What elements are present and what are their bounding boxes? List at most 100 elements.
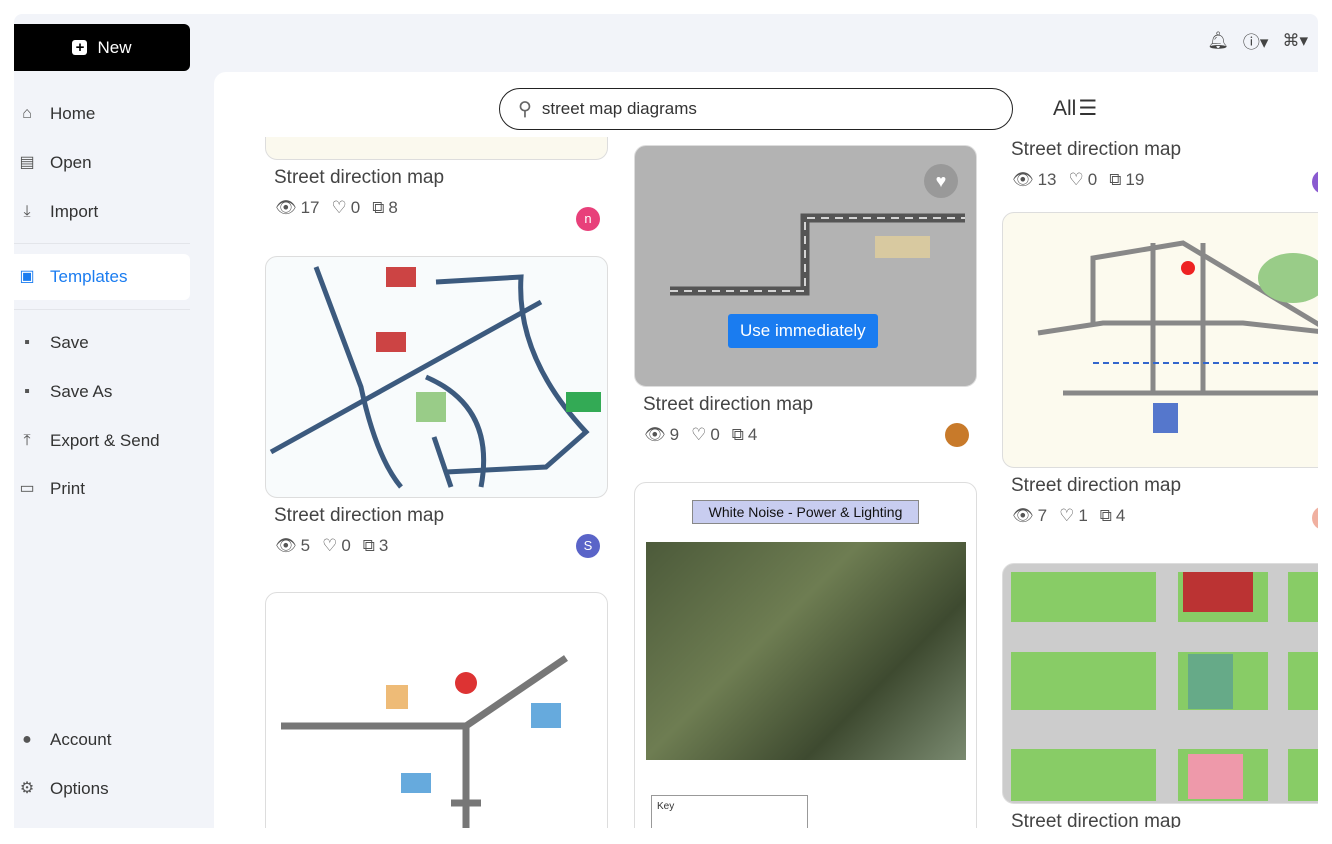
templates-icon: ▣ [19, 268, 35, 285]
sidebar-item-label: Home [50, 104, 96, 123]
template-grid[interactable]: Street direction map 👁︎ 17 ♡ 0 ⧉ 8 n Street d… [214, 137, 1318, 828]
template-card[interactable]: Street direction map 👁︎ 13 ♡ 0 ⧉ 19 [1002, 137, 1318, 194]
template-thumbnail[interactable]: ♥ Use immediately [634, 145, 977, 387]
sidebar-item-label: Print [50, 479, 85, 498]
search-input[interactable]: ⚲ street map diagrams [499, 88, 1013, 130]
heart-icon: ♡ [691, 425, 707, 444]
favorite-button[interactable]: ♥ [924, 164, 958, 198]
heart-icon: ♡ [1068, 170, 1084, 189]
account-icon: ● [22, 731, 32, 748]
copy-icon: ⧉ [731, 425, 744, 444]
copy-icon: ⧉ [362, 536, 375, 555]
sidebar-item-import[interactable]: ⤓ Import [14, 189, 190, 235]
copies-count: 4 [1115, 506, 1126, 525]
likes-count: 0 [710, 425, 720, 444]
heart-icon: ♥ [935, 171, 947, 191]
legend-key: Key [651, 795, 808, 828]
filter-all-button[interactable]: All ☰ [1053, 96, 1097, 121]
template-gallery: ⚲ street map diagrams All ☰ Street direct… [214, 72, 1318, 828]
sidebar-item-label: Save As [50, 382, 113, 401]
import-icon: ⤓ [23, 203, 31, 220]
template-thumbnail[interactable] [265, 592, 608, 828]
sidebar-item-account[interactable]: ● Account [14, 717, 190, 763]
sidebar-item-templates[interactable]: ▣ Templates [14, 254, 190, 300]
eye-icon: 👁︎ [1012, 170, 1034, 189]
sidebar-item-label: Options [50, 779, 109, 798]
app-window: + New ⌂ Home ▤ Open ⤓ Import ▣ Templates ▪ Sav… [14, 14, 1318, 828]
save-as-icon: ▪ [24, 383, 30, 400]
gear-icon: ⚙ [19, 780, 35, 797]
copies-count: 3 [378, 536, 389, 555]
street-map-image [269, 266, 601, 489]
sidebar-item-label: Open [50, 153, 92, 172]
plus-icon: + [72, 40, 88, 55]
template-thumbnail[interactable] [265, 256, 608, 498]
copy-icon: ⧉ [372, 198, 385, 217]
city-blocks-image [1011, 572, 1318, 801]
sidebar-item-export-send[interactable]: ⤒ Export & Send [14, 418, 190, 464]
sidebar-item-open[interactable]: ▤ Open [14, 140, 190, 186]
copies-count: 4 [747, 425, 758, 444]
views-count: 9 [669, 425, 680, 444]
views-count: 7 [1037, 506, 1048, 525]
sidebar-item-label: Import [50, 202, 99, 221]
sidebar-item-label: Templates [50, 267, 128, 286]
search-icon: ⚲ [518, 98, 532, 120]
likes-count: 0 [341, 536, 351, 555]
export-icon: ⤒ [23, 432, 31, 449]
heart-icon: ♡ [322, 536, 338, 555]
template-card[interactable]: Street direction map [1002, 563, 1318, 828]
sidebar-item-options[interactable]: ⚙ Options [14, 766, 190, 812]
avatar[interactable]: S [576, 534, 600, 558]
likes-count: 0 [1087, 170, 1098, 189]
likes-count: 0 [350, 198, 361, 217]
card-title: Street direction map [274, 505, 445, 526]
card-title: Street direction map [643, 394, 814, 415]
sidebar-item-label: Save [50, 333, 89, 352]
top-toolbar: 🔔︎ ⓘ▾ ⌘▾ [1207, 28, 1308, 53]
template-card[interactable]: Street direction map 👁︎ 5 ♡ 0 ⧉ 3 S [265, 256, 608, 558]
card-title: Street direction map [1011, 139, 1182, 160]
template-thumbnail[interactable] [265, 137, 608, 160]
apps-grid-icon[interactable]: ⌘▾ [1282, 31, 1308, 51]
file-icon: ▤ [19, 154, 35, 171]
new-button[interactable]: + New [14, 24, 190, 71]
street-map-image [281, 655, 568, 828]
bell-icon[interactable]: 🔔︎ [1207, 31, 1229, 51]
eye-icon: 👁︎ [275, 536, 297, 555]
sidebar-item-label: Account [50, 730, 112, 749]
template-thumbnail[interactable] [1002, 563, 1318, 804]
template-thumbnail[interactable]: White Noise - Power & Lighting Key [634, 482, 977, 828]
views-count: 13 [1037, 170, 1057, 189]
copies-count: 8 [388, 198, 398, 217]
sidebar-item-save-as[interactable]: ▪ Save As [14, 369, 190, 415]
template-card[interactable]: ♥ Use immediately Street direction map 👁… [634, 145, 977, 447]
heart-icon: ♡ [331, 198, 347, 217]
template-card[interactable]: Street direction map 👁︎ 17 ♡ 0 ⧉ 8 n [265, 137, 608, 231]
street-map-image [1037, 240, 1318, 433]
copies-count: 19 [1125, 170, 1145, 189]
template-thumbnail[interactable] [1002, 212, 1318, 468]
template-card[interactable] [265, 592, 608, 828]
divider [14, 243, 190, 244]
avatar[interactable] [945, 423, 969, 447]
template-card[interactable]: White Noise - Power & Lighting Key [634, 482, 977, 828]
save-icon: ▪ [24, 334, 30, 351]
template-card[interactable]: Street direction map 👁︎ 7 ♡ 1 ⧉ 4 [1002, 212, 1318, 530]
eye-icon: 👁︎ [275, 198, 297, 217]
thumbnail-heading: White Noise - Power & Lighting [692, 500, 919, 524]
eye-icon: 👁︎ [644, 425, 666, 444]
views-count: 5 [300, 536, 311, 555]
sidebar-item-home[interactable]: ⌂ Home [14, 91, 190, 137]
likes-count: 1 [1078, 506, 1088, 525]
avatar[interactable]: n [576, 207, 600, 231]
views-count: 17 [300, 198, 320, 217]
sidebar-item-save[interactable]: ▪ Save [14, 320, 190, 366]
home-icon: ⌂ [22, 105, 32, 122]
filter-label: All [1053, 96, 1077, 120]
new-label: New [97, 37, 132, 57]
use-immediately-button[interactable]: Use immediately [728, 314, 878, 348]
sidebar-item-print[interactable]: ▭ Print [14, 466, 190, 512]
heart-icon: ♡ [1059, 506, 1075, 525]
help-icon[interactable]: ⓘ▾ [1243, 28, 1269, 53]
